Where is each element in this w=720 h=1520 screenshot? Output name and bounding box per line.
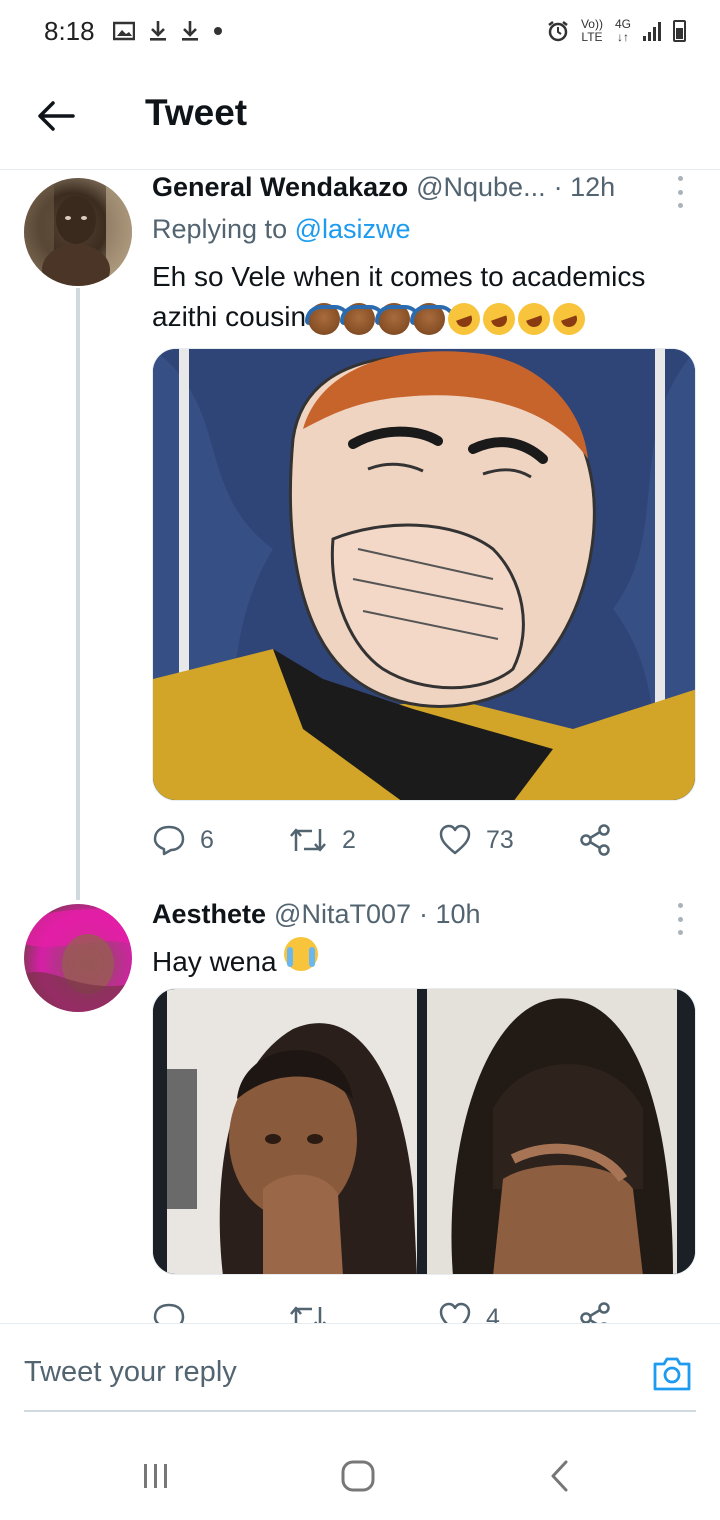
reply-button[interactable] (152, 1298, 200, 1324)
replying-to-label: Replying to (152, 214, 295, 244)
replying-to: Replying to @lasizwe (152, 214, 411, 245)
network-indicator: 4G ↓↑ (615, 18, 631, 44)
tweet-media-image[interactable] (152, 988, 696, 1275)
heart-icon (439, 824, 471, 855)
recents-icon (144, 1464, 167, 1488)
like-count: 4 (486, 1303, 500, 1325)
recents-button[interactable] (134, 1454, 178, 1498)
thread-connector-line (76, 288, 80, 900)
person-gesturing-ok-emoji (410, 302, 457, 335)
status-time: 8:18 (44, 15, 95, 46)
more-options-icon[interactable] (674, 176, 686, 208)
like-button[interactable]: 4 (438, 1298, 500, 1324)
alarm-icon (548, 21, 568, 42)
tweet-text-fragment: Hay wena (152, 946, 277, 977)
nav-back-button[interactable] (538, 1454, 582, 1498)
reply-button[interactable]: 6 (152, 820, 214, 860)
volte-indicator: Vo)) LTE (581, 18, 603, 44)
person-gesturing-ok-emoji (305, 302, 352, 335)
retweet-count: 2 (342, 825, 356, 854)
share-icon (580, 1302, 610, 1324)
avatar-image (24, 904, 132, 1012)
home-icon (341, 1460, 375, 1492)
tweet-time: · 12h (553, 172, 616, 202)
like-count: 73 (486, 825, 514, 854)
tweet-actions: 4 (152, 1298, 696, 1324)
arrow-left-icon (38, 101, 75, 131)
battery-icon (673, 20, 686, 42)
retweet-icon (290, 828, 326, 852)
reply-count: 6 (200, 825, 214, 854)
share-button[interactable] (578, 820, 612, 860)
network-arrows: ↓↑ (616, 30, 629, 44)
tweet-text-line: azithi cousin (152, 297, 712, 340)
loudly-crying-face-emoji (284, 937, 319, 971)
person-gesturing-ok-emoji (375, 302, 422, 335)
tweet-text: Eh so Vele when it comes to academics az… (152, 257, 712, 340)
download-icon (149, 21, 166, 41)
page-title: Tweet (145, 92, 248, 133)
more-options-icon[interactable] (674, 903, 686, 935)
tweet-header: Aesthete @NitaT007 · 10h (152, 899, 481, 930)
tweet-author-handle[interactable]: @Nqube... (416, 172, 545, 203)
gallery-icon (112, 21, 135, 41)
woman-laughing-image (153, 989, 695, 1274)
cartoon-laughing-image (153, 349, 695, 800)
dot-icon (213, 27, 222, 35)
retweet-icon (290, 1306, 326, 1324)
share-button[interactable] (578, 1298, 612, 1324)
tweet-actions: 6 2 73 (152, 820, 696, 860)
camera-icon (653, 1357, 691, 1391)
signal-icon (643, 21, 661, 41)
page-header: Tweet (0, 62, 720, 170)
tweet-time: · 10h (419, 899, 481, 929)
retweet-button[interactable]: 2 (288, 820, 356, 860)
tweet-text-fragment: azithi cousin (152, 301, 307, 332)
camera-button[interactable] (652, 1354, 692, 1394)
heart-icon (439, 1302, 471, 1324)
tweet-author-name[interactable]: Aesthete (152, 899, 266, 930)
rolling-laughing-emoji (478, 298, 520, 340)
retweet-button[interactable] (288, 1298, 342, 1324)
rolling-laughing-emoji (548, 298, 590, 340)
replying-to-mention[interactable]: @lasizwe (295, 214, 411, 244)
person-gesturing-ok-emoji (340, 302, 387, 335)
avatar-image (24, 178, 132, 286)
status-bar: 8:18 Vo)) LTE 4G ↓↑ (0, 0, 720, 62)
download-icon (181, 21, 198, 41)
system-nav-bar (0, 1430, 720, 1520)
reply-icon (153, 825, 185, 856)
avatar[interactable] (24, 178, 132, 286)
share-icon (580, 824, 610, 856)
tweet-author-name[interactable]: General Wendakazo (152, 172, 408, 203)
rolling-laughing-emoji (513, 298, 555, 340)
back-icon (551, 1460, 568, 1492)
back-button[interactable] (36, 96, 76, 136)
reply-icon (153, 1303, 185, 1324)
reply-input[interactable]: Tweet your reply (24, 1356, 237, 1389)
reply-composer[interactable]: Tweet your reply (24, 1340, 696, 1412)
home-button[interactable] (336, 1454, 380, 1498)
tweet-author-handle[interactable]: @NitaT007 (274, 899, 411, 930)
tweet-header: General Wendakazo @Nqube... · 12h (152, 172, 615, 203)
avatar[interactable] (24, 904, 132, 1012)
divider (0, 1323, 720, 1324)
volte-bottom: LTE (581, 30, 603, 44)
rolling-laughing-emoji (443, 298, 485, 340)
tweet-text-line: Eh so Vele when it comes to academics (152, 261, 646, 292)
like-button[interactable]: 73 (438, 820, 514, 860)
tweet-media-image[interactable] (152, 348, 696, 801)
tweet-text: Hay wena (152, 937, 712, 982)
